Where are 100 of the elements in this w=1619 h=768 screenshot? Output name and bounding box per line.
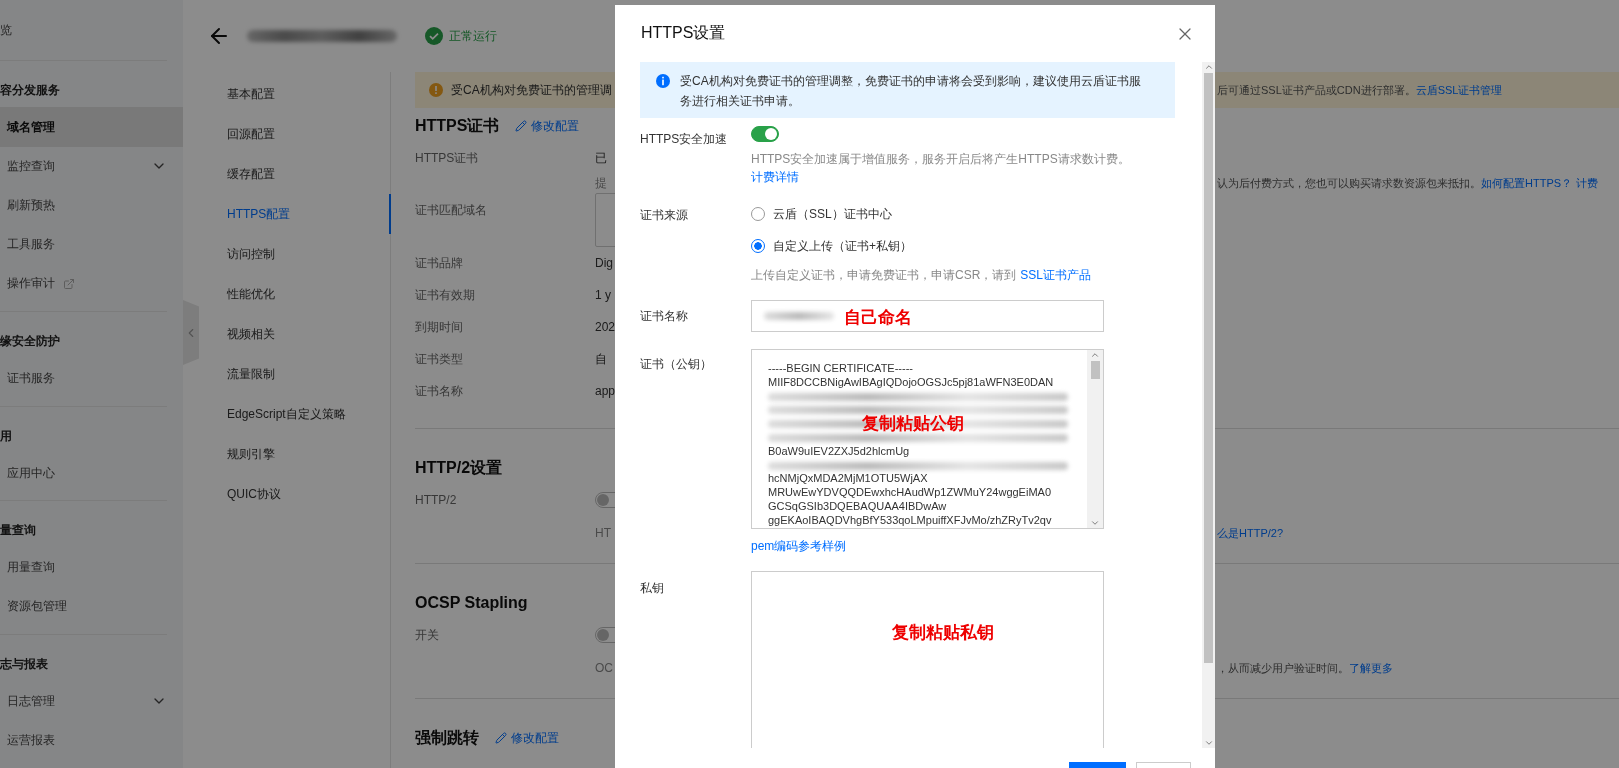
input-field[interactable]: 自己命名 — [751, 300, 1104, 332]
radio-option[interactable]: 自定义上传（证书+私钥） — [751, 238, 912, 254]
sidebar-item[interactable]: 域名管理 — [0, 107, 183, 147]
info-icon — [656, 74, 670, 88]
certificate-text: GCSqGSIb3DQEBAQUAA4IBDwAw — [768, 499, 947, 514]
sidebar-item[interactable]: 证书服务 — [0, 358, 183, 399]
sidebar-item[interactable]: 应用中心 — [0, 453, 183, 493]
sidebar-item[interactable]: 操作审计 — [0, 264, 183, 304]
field-label: 证书名称 — [640, 308, 689, 325]
section-title: HTTPS证书 — [415, 115, 500, 136]
radio-icon[interactable] — [751, 239, 765, 253]
notice-text: 受CA机构对免费证书的管理调 — [451, 81, 612, 99]
sidebar-item[interactable]: 监控查询 — [0, 146, 183, 186]
scrollbar-thumb[interactable] — [1090, 361, 1100, 379]
sidebar-item[interactable]: 览 — [0, 0, 183, 60]
sidebar-heading: 容分发服务 — [0, 82, 61, 99]
field-label: 证书（公钥） — [640, 356, 713, 373]
field-label: HTTP/2 — [415, 493, 457, 507]
certificate-text: hcNMjQxMDA2MjM1OTU5WjAX — [768, 472, 928, 487]
certificate-text: -----BEGIN CERTIFICATE----- — [768, 362, 913, 376]
billing-link[interactable]: 计费详情 — [751, 170, 799, 184]
radio-option[interactable]: 云盾（SSL）证书中心 — [751, 206, 892, 222]
description-text: HTTPS安全加速属于增值服务，服务开启后将产生HTTPS请求数计费。 计费详情 — [751, 151, 1131, 186]
field-label: 证书品牌 — [415, 254, 463, 272]
field-label: 证书来源 — [640, 207, 689, 224]
pencil-icon — [515, 120, 528, 132]
sidebar-item[interactable]: 工具服务 — [0, 225, 183, 265]
hint-text: 认为后付费方式，您也可以购买请求数资源包来抵扣。如何配置HTTPS？ 计费 — [1216, 175, 1599, 191]
field-value: Dig — [595, 256, 613, 270]
hint-text: 上传自定义证书，申请免费证书，申请CSR，请到 SSL证书产品 — [751, 267, 1093, 284]
private-key-field[interactable]: 复制粘贴私钥 — [751, 571, 1104, 748]
settings-nav-item[interactable]: 回源配置 — [199, 114, 391, 154]
blurred-bar — [764, 312, 834, 320]
settings-nav-item[interactable]: HTTPS配置 — [199, 194, 391, 234]
field-value: 已 — [595, 149, 607, 167]
field-label: HTTPS安全加速 — [640, 131, 729, 148]
field-label: 证书类型 — [415, 350, 463, 368]
field-label: 开关 — [415, 626, 439, 644]
hint-text: 提 — [595, 174, 607, 192]
certificate-text: ggEKAoIBAQDVhgBfY533qoLMpuiffXFJvMo/zhZRyTv2qv — [768, 513, 1052, 528]
settings-nav-item[interactable]: 访问控制 — [199, 234, 391, 274]
help-link[interactable]: 如何配置HTTPS？ — [1481, 176, 1573, 189]
sidebar-heading: 量查询 — [0, 522, 37, 540]
edit-link[interactable]: 修改配置 — [515, 117, 580, 135]
certificate-text: MRUwEwYDVQQDEwxhcHAudWp1ZWMuY24wggEiMA0 — [768, 486, 1051, 500]
check-circle-icon — [425, 27, 443, 45]
sidebar-heading: 用 — [0, 427, 13, 445]
section-title: OCSP Stapling — [415, 594, 528, 612]
settings-nav-item[interactable]: 性能优化 — [199, 274, 391, 314]
external-link-icon — [63, 277, 75, 290]
annotation-text: 复制粘贴私钥 — [892, 622, 994, 644]
settings-nav-item[interactable]: 缓存配置 — [199, 154, 391, 194]
section-title: 强制跳转 — [415, 727, 479, 748]
settings-nav-item[interactable]: 流量限制 — [199, 354, 391, 394]
field-label: 证书有效期 — [415, 286, 475, 304]
pem-example-link[interactable]: pem编码参考样例 — [751, 537, 847, 555]
edit-link[interactable]: 修改配置 — [495, 729, 559, 747]
settings-nav-item[interactable]: EdgeScript自定义策略 — [199, 394, 391, 434]
warning-icon — [429, 83, 443, 97]
annotation-text: 复制粘贴公钥 — [862, 413, 964, 435]
field-label: 到期时间 — [415, 318, 463, 336]
notice-text: 后可通过SSL证书产品或CDN进行部署。云盾SSL证书管理 — [1216, 82, 1503, 98]
field-value: app — [595, 384, 616, 398]
field-value: 1 y — [595, 288, 611, 302]
field-label: 证书名称 — [415, 382, 463, 400]
sidebar-item[interactable]: 刷新预热 — [0, 185, 183, 226]
hint-text: ，从而减少用户验证时间。了解更多 — [1216, 660, 1393, 676]
settings-nav-item[interactable]: 基本配置 — [199, 74, 391, 114]
help-link[interactable]: 了解更多 — [1349, 661, 1393, 674]
toggle-switch[interactable] — [751, 126, 779, 142]
scrollbar[interactable] — [1087, 350, 1103, 528]
field-label: HTTPS证书 — [415, 149, 479, 167]
annotation-text: 自己命名 — [844, 307, 912, 329]
help-link[interactable]: 计费 — [1576, 176, 1599, 189]
certificate-field[interactable] — [751, 349, 1104, 529]
sidebar-item[interactable]: 用量查询 — [0, 547, 183, 588]
settings-nav-item[interactable]: 规则引擎 — [199, 434, 391, 474]
help-link[interactable]: 么是HTTP/2? — [1217, 526, 1283, 539]
sidebar-item[interactable]: 日志管理 — [0, 681, 183, 721]
field-value: 202 — [595, 320, 616, 334]
scrollbar-thumb[interactable] — [1204, 73, 1213, 663]
section-title: HTTP/2设置 — [415, 457, 503, 478]
field-label: 私钥 — [640, 580, 665, 597]
info-text: 受CA机构对免费证书的管理调整，免费证书的申请将会受到影响，建议使用云盾证书服务进行相关证书申请。 — [680, 74, 1141, 108]
status-text: 正常运行 — [449, 27, 497, 45]
field-label: 证书匹配域名 — [415, 202, 487, 219]
ssl-product-link[interactable]: SSL证书产品 — [1020, 268, 1092, 282]
certificate-text: B0aW9uIEV2ZXJ5d2hlcmUg — [768, 444, 910, 459]
certificate-text: MIIF8DCCBNigAwIBAgIQDojoOGSJc5pj81aWFN3E0DAN — [768, 375, 1054, 390]
sidebar-item[interactable]: 资源包管理 — [0, 587, 183, 627]
collapse-handle[interactable] — [183, 300, 199, 365]
settings-nav-item[interactable]: QUIC协议 — [199, 474, 391, 514]
settings-nav-item[interactable]: 视频相关 — [199, 314, 391, 354]
dialog-title: HTTPS设置 — [641, 23, 726, 43]
pencil-icon — [495, 732, 507, 744]
radio-icon[interactable] — [751, 207, 765, 221]
sidebar-heading: 缘安全防护 — [0, 333, 61, 351]
scrollbar[interactable] — [1202, 62, 1215, 748]
ssl-management-link[interactable]: 云盾SSL证书管理 — [1415, 83, 1503, 96]
sidebar-item[interactable]: 运营报表 — [0, 720, 183, 761]
